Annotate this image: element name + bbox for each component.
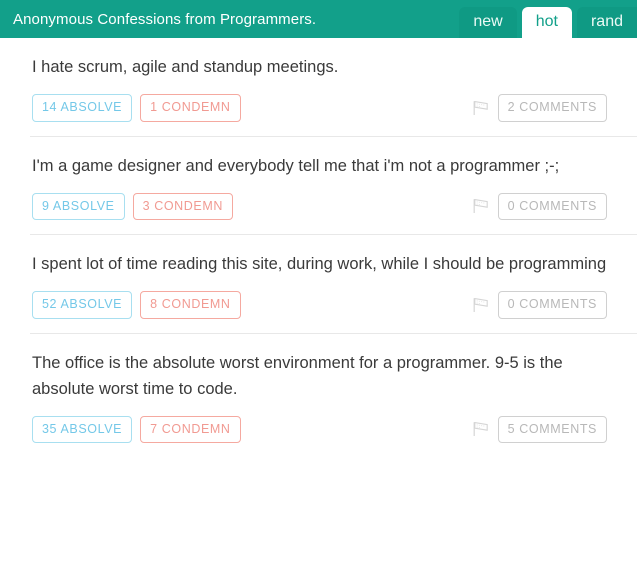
vote-group: 52 ABSOLVE 8 CONDEMN: [32, 291, 241, 319]
confession-post: I'm a game designer and everybody tell m…: [30, 135, 637, 235]
confession-text: I spent lot of time reading this site, d…: [32, 255, 607, 273]
comments-button[interactable]: 0 COMMENTS: [497, 192, 607, 220]
confession-post: I spent lot of time reading this site, d…: [30, 234, 637, 333]
comments-area: 0 COMMENTS: [472, 192, 607, 220]
page-title: Anonymous Confessions from Programmers.: [13, 10, 317, 28]
confession-text: The office is the absolute worst environ…: [32, 353, 563, 398]
flag-icon[interactable]: [472, 297, 490, 313]
vote-group: 35 ABSOLVE 7 CONDEMN: [32, 415, 241, 443]
tab-hot[interactable]: hot: [521, 7, 572, 38]
confession-feed: I hate scrum, agile and standup meetings…: [0, 38, 637, 457]
comments-button[interactable]: 5 COMMENTS: [497, 415, 607, 443]
absolve-button[interactable]: 35 ABSOLVE: [32, 415, 133, 443]
confession-text: I'm a game designer and everybody tell m…: [32, 156, 560, 175]
confession-post: The office is the absolute worst environ…: [30, 332, 637, 458]
tab-bar: new hot rand: [454, 6, 637, 38]
flag-icon[interactable]: [472, 421, 490, 437]
absolve-button[interactable]: 14 ABSOLVE: [32, 94, 133, 122]
tab-new[interactable]: new: [459, 7, 517, 38]
post-actions: 9 ABSOLVE 3 CONDEMN 0 COMMENTS: [32, 192, 607, 220]
flag-icon[interactable]: [472, 100, 490, 116]
comments-button[interactable]: 0 COMMENTS: [497, 291, 607, 319]
absolve-button[interactable]: 52 ABSOLVE: [32, 291, 133, 319]
tab-rand[interactable]: rand: [576, 7, 637, 38]
vote-group: 9 ABSOLVE 3 CONDEMN: [32, 192, 233, 220]
absolve-button[interactable]: 9 ABSOLVE: [32, 192, 125, 220]
post-actions: 35 ABSOLVE 7 CONDEMN 5 COMMENTS: [32, 415, 607, 443]
condemn-button[interactable]: 1 CONDEMN: [140, 94, 241, 122]
comments-area: 0 COMMENTS: [472, 291, 607, 319]
post-actions: 52 ABSOLVE 8 CONDEMN 0 COMMENTS: [32, 291, 607, 319]
condemn-button[interactable]: 8 CONDEMN: [140, 291, 241, 319]
confession-text: I hate scrum, agile and standup meetings…: [32, 58, 339, 76]
site-header: Anonymous Confessions from Programmers. …: [0, 0, 637, 38]
comments-area: 2 COMMENTS: [472, 94, 607, 122]
flag-icon[interactable]: [472, 198, 490, 214]
post-actions: 14 ABSOLVE 1 CONDEMN 2 COMMENTS: [32, 94, 607, 122]
comments-area: 5 COMMENTS: [472, 415, 607, 443]
condemn-button[interactable]: 3 CONDEMN: [132, 192, 233, 220]
vote-group: 14 ABSOLVE 1 CONDEMN: [32, 94, 241, 122]
confession-post: I hate scrum, agile and standup meetings…: [0, 38, 637, 136]
condemn-button[interactable]: 7 CONDEMN: [140, 415, 241, 443]
comments-button[interactable]: 2 COMMENTS: [497, 94, 607, 122]
